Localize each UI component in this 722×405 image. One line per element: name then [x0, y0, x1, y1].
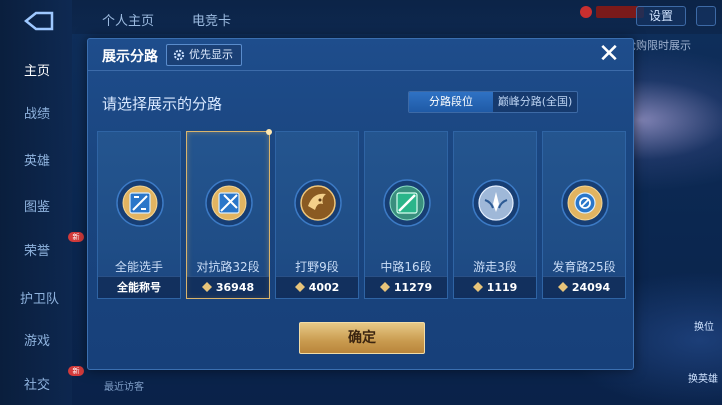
tab-lane-rank[interactable]: 分路段位: [409, 92, 493, 112]
gear-icon: [173, 49, 185, 61]
left-nav: 主页 战绩 英雄 图鉴 荣誉 新 护卫队 游戏 社交 新: [0, 0, 84, 405]
card-label: 游走3段: [473, 260, 517, 274]
clash-lane-emblem-icon: [205, 179, 253, 227]
lane-card-jungle[interactable]: 打野9段 4002: [275, 131, 359, 299]
new-badge: 新: [68, 232, 84, 242]
card-label: 中路16段: [380, 260, 432, 274]
card-label: 全能选手: [114, 260, 163, 274]
card-footer: 4002: [276, 276, 358, 298]
card-footer: 1119: [454, 276, 536, 298]
card-footer: 36948: [187, 276, 269, 298]
priority-display-label: 优先显示: [189, 48, 233, 61]
confirm-button[interactable]: 确定: [299, 322, 425, 354]
mid-lane-emblem-icon: [383, 179, 431, 227]
notification-badge: [580, 6, 592, 18]
power-icon: [472, 282, 483, 292]
tab-personal-home[interactable]: 个人主页: [102, 10, 154, 29]
nav-item-social[interactable]: 社交: [0, 374, 72, 393]
jungle-emblem-icon: [294, 179, 342, 227]
card-label: 打野9段: [295, 260, 339, 274]
back-icon[interactable]: [22, 10, 56, 32]
menu-button[interactable]: [696, 6, 716, 26]
lane-card-farm[interactable]: 发育路25段 24094: [542, 131, 626, 299]
sparkle-icon: [266, 129, 272, 135]
power-value: 1119: [486, 281, 518, 294]
nav-item-guard[interactable]: 护卫队: [0, 288, 72, 307]
swap-hero-button[interactable]: 换英雄: [688, 370, 718, 385]
dialog-header: 展示分路 优先显示 ✕: [88, 39, 633, 71]
tab-esports-card[interactable]: 电竞卡: [192, 10, 231, 29]
select-lane-prompt: 请选择展示的分路: [102, 95, 223, 113]
power-icon: [201, 282, 212, 292]
nav-item-record[interactable]: 战绩: [0, 103, 72, 122]
swap-position-button[interactable]: 换位: [694, 318, 714, 333]
lane-card-all-round[interactable]: 全能选手 全能称号: [97, 131, 181, 299]
power-icon: [379, 282, 390, 292]
card-footer: 全能称号: [98, 276, 180, 298]
lane-card-mid[interactable]: 中路16段 11279: [364, 131, 448, 299]
lane-card-list: 全能选手 全能称号 对抗路32段 36948 打野9段 4002 中路16段 1…: [97, 129, 627, 299]
banner-text: 抢购限时展示: [625, 39, 691, 52]
all-round-emblem-icon: [116, 179, 164, 227]
close-icon[interactable]: ✕: [597, 41, 621, 67]
settings-button[interactable]: 设置: [636, 6, 686, 26]
rank-mode-toggle: 分路段位 巅峰分路(全国): [408, 91, 578, 113]
lane-card-roam[interactable]: 游走3段 1119: [453, 131, 537, 299]
priority-display-button[interactable]: 优先显示: [166, 44, 242, 66]
nav-item-gallery[interactable]: 图鉴: [0, 196, 72, 215]
card-footer: 11279: [365, 276, 447, 298]
power-value: 24094: [571, 281, 611, 294]
new-badge: 新: [68, 366, 84, 376]
nav-item-games[interactable]: 游戏: [0, 330, 72, 349]
roam-emblem-icon: [472, 179, 520, 227]
dialog-title: 展示分路: [102, 49, 158, 65]
card-footer-text: 全能称号: [117, 281, 161, 294]
card-label: 发育路25段: [552, 260, 616, 274]
card-footer: 24094: [543, 276, 625, 298]
power-value: 4002: [308, 281, 340, 294]
recent-visitors[interactable]: 最近访客: [104, 378, 144, 393]
power-value: 36948: [215, 281, 255, 294]
power-value: 11279: [393, 281, 433, 294]
tab-peak-lane[interactable]: 巅峰分路(全国): [493, 92, 577, 112]
nav-item-home[interactable]: 主页: [0, 60, 72, 79]
nav-item-honor[interactable]: 荣誉: [0, 240, 72, 259]
farm-lane-emblem-icon: [561, 179, 609, 227]
card-label: 对抗路32段: [196, 260, 260, 274]
lane-card-clash[interactable]: 对抗路32段 36948: [186, 129, 272, 299]
power-icon: [294, 282, 305, 292]
nav-item-heroes[interactable]: 英雄: [0, 150, 72, 169]
power-icon: [557, 282, 568, 292]
display-lane-dialog: 展示分路 优先显示 ✕ 请选择展示的分路 分路段位 巅峰分路(全国) 全能选手 …: [87, 38, 634, 370]
